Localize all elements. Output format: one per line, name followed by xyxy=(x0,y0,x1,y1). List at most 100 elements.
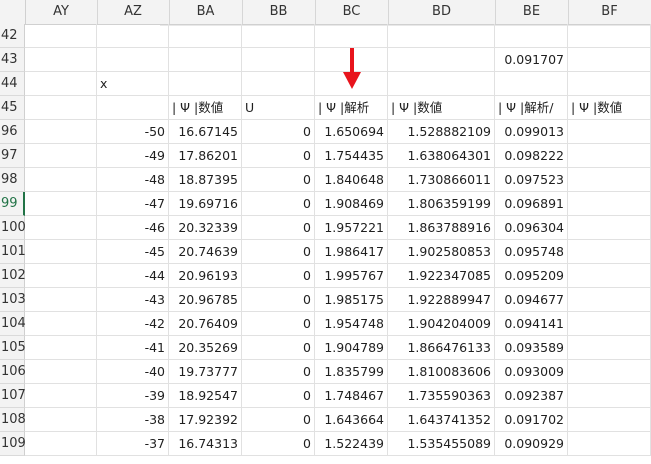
cell-bd96[interactable]: 1.528882109 xyxy=(388,120,495,144)
cell-az98[interactable]: -48 xyxy=(97,168,169,192)
column-header-be[interactable]: BE xyxy=(495,0,569,24)
cell-az99[interactable]: -47 xyxy=(97,192,169,216)
cell-az44[interactable]: x xyxy=(97,72,169,96)
cell-be103[interactable]: 0.094677 xyxy=(495,288,568,312)
cell-bc42[interactable] xyxy=(315,24,388,48)
cell-az101[interactable]: -45 xyxy=(97,240,169,264)
cell-ay105[interactable] xyxy=(25,336,97,360)
cell-ay45[interactable] xyxy=(25,96,97,120)
cell-ba108[interactable]: 17.92392 xyxy=(169,408,242,432)
cell-bf100[interactable] xyxy=(568,216,651,240)
cell-bc102[interactable]: 1.995767 xyxy=(315,264,388,288)
cell-az109[interactable]: -37 xyxy=(97,432,169,456)
cell-ba97[interactable]: 17.86201 xyxy=(169,144,242,168)
cell-ba98[interactable]: 18.87395 xyxy=(169,168,242,192)
cell-ba101[interactable]: 20.74639 xyxy=(169,240,242,264)
cell-ay106[interactable] xyxy=(25,360,97,384)
cell-bd103[interactable]: 1.922889947 xyxy=(388,288,495,312)
column-header-az[interactable]: AZ xyxy=(97,0,170,24)
column-header-bf[interactable]: BF xyxy=(568,0,651,24)
cell-bc100[interactable]: 1.957221 xyxy=(315,216,388,240)
cell-bb107[interactable]: 0 xyxy=(242,384,315,408)
cell-az104[interactable]: -42 xyxy=(97,312,169,336)
cell-bb100[interactable]: 0 xyxy=(242,216,315,240)
cell-ay98[interactable] xyxy=(25,168,97,192)
cell-bb45[interactable]: U xyxy=(242,96,315,120)
row-header-99[interactable]: 99 xyxy=(0,192,25,216)
cell-bc107[interactable]: 1.748467 xyxy=(315,384,388,408)
cell-bb97[interactable]: 0 xyxy=(242,144,315,168)
cell-bc96[interactable]: 1.650694 xyxy=(315,120,388,144)
cell-bc106[interactable]: 1.835799 xyxy=(315,360,388,384)
cell-ba96[interactable]: 16.67145 xyxy=(169,120,242,144)
cell-be99[interactable]: 0.096891 xyxy=(495,192,568,216)
cell-ba109[interactable]: 16.74313 xyxy=(169,432,242,456)
cell-ba99[interactable]: 19.69716 xyxy=(169,192,242,216)
cell-ay101[interactable] xyxy=(25,240,97,264)
cell-bf44[interactable] xyxy=(568,72,651,96)
cell-bb99[interactable]: 0 xyxy=(242,192,315,216)
cell-bb104[interactable]: 0 xyxy=(242,312,315,336)
column-header-ay[interactable]: AY xyxy=(25,0,98,24)
cell-bc99[interactable]: 1.908469 xyxy=(315,192,388,216)
cell-bb109[interactable]: 0 xyxy=(242,432,315,456)
cell-bc109[interactable]: 1.522439 xyxy=(315,432,388,456)
cell-ay44[interactable] xyxy=(25,72,97,96)
cell-bc45[interactable]: | Ψ |解析 xyxy=(315,96,388,120)
cell-bd97[interactable]: 1.638064301 xyxy=(388,144,495,168)
cell-bd105[interactable]: 1.866476133 xyxy=(388,336,495,360)
cell-bf104[interactable] xyxy=(568,312,651,336)
cell-bf107[interactable] xyxy=(568,384,651,408)
cell-bb98[interactable]: 0 xyxy=(242,168,315,192)
cell-az108[interactable]: -38 xyxy=(97,408,169,432)
cell-ba100[interactable]: 20.32339 xyxy=(169,216,242,240)
cell-bc104[interactable]: 1.954748 xyxy=(315,312,388,336)
cell-be98[interactable]: 0.097523 xyxy=(495,168,568,192)
cell-bd104[interactable]: 1.904204009 xyxy=(388,312,495,336)
cell-az105[interactable]: -41 xyxy=(97,336,169,360)
row-header-104[interactable]: 104 xyxy=(0,312,26,336)
cell-bd45[interactable]: | Ψ |数値 xyxy=(388,96,495,120)
cell-ba42[interactable] xyxy=(169,24,242,48)
cell-bc98[interactable]: 1.840648 xyxy=(315,168,388,192)
cell-bf99[interactable] xyxy=(568,192,651,216)
cell-ay109[interactable] xyxy=(25,432,97,456)
cell-ay99[interactable] xyxy=(25,192,97,216)
cell-bd42[interactable] xyxy=(388,24,495,48)
cell-bb108[interactable]: 0 xyxy=(242,408,315,432)
cell-bd101[interactable]: 1.902580853 xyxy=(388,240,495,264)
cell-bd106[interactable]: 1.810083606 xyxy=(388,360,495,384)
cell-az45[interactable] xyxy=(97,96,169,120)
cell-az106[interactable]: -40 xyxy=(97,360,169,384)
cell-bf42[interactable] xyxy=(568,24,651,48)
cell-bc105[interactable]: 1.904789 xyxy=(315,336,388,360)
row-header-106[interactable]: 106 xyxy=(0,360,26,384)
cell-bd109[interactable]: 1.535455089 xyxy=(388,432,495,456)
cell-bf106[interactable] xyxy=(568,360,651,384)
cell-bd98[interactable]: 1.730866011 xyxy=(388,168,495,192)
cell-bb42[interactable] xyxy=(242,24,315,48)
cell-be43[interactable]: 0.091707 xyxy=(495,48,568,72)
cell-ay42[interactable] xyxy=(25,24,97,48)
cell-ay100[interactable] xyxy=(25,216,97,240)
cell-ba45[interactable]: | Ψ |数値 xyxy=(169,96,242,120)
cell-bb102[interactable]: 0 xyxy=(242,264,315,288)
row-header-96[interactable]: 96 xyxy=(0,120,25,144)
cell-ba103[interactable]: 20.96785 xyxy=(169,288,242,312)
cell-be102[interactable]: 0.095209 xyxy=(495,264,568,288)
cell-ba102[interactable]: 20.96193 xyxy=(169,264,242,288)
cell-ba106[interactable]: 19.73777 xyxy=(169,360,242,384)
cell-bb105[interactable]: 0 xyxy=(242,336,315,360)
cell-bd44[interactable] xyxy=(388,72,495,96)
cell-ay97[interactable] xyxy=(25,144,97,168)
cell-bc97[interactable]: 1.754435 xyxy=(315,144,388,168)
cell-bd102[interactable]: 1.922347085 xyxy=(388,264,495,288)
cell-be104[interactable]: 0.094141 xyxy=(495,312,568,336)
cell-be45[interactable]: | Ψ |解析/ xyxy=(495,96,568,120)
cell-ba107[interactable]: 18.92547 xyxy=(169,384,242,408)
cell-ay96[interactable] xyxy=(25,120,97,144)
column-header-bb[interactable]: BB xyxy=(242,0,316,24)
cell-bc103[interactable]: 1.985175 xyxy=(315,288,388,312)
cell-bb103[interactable]: 0 xyxy=(242,288,315,312)
cell-bf43[interactable] xyxy=(568,48,651,72)
